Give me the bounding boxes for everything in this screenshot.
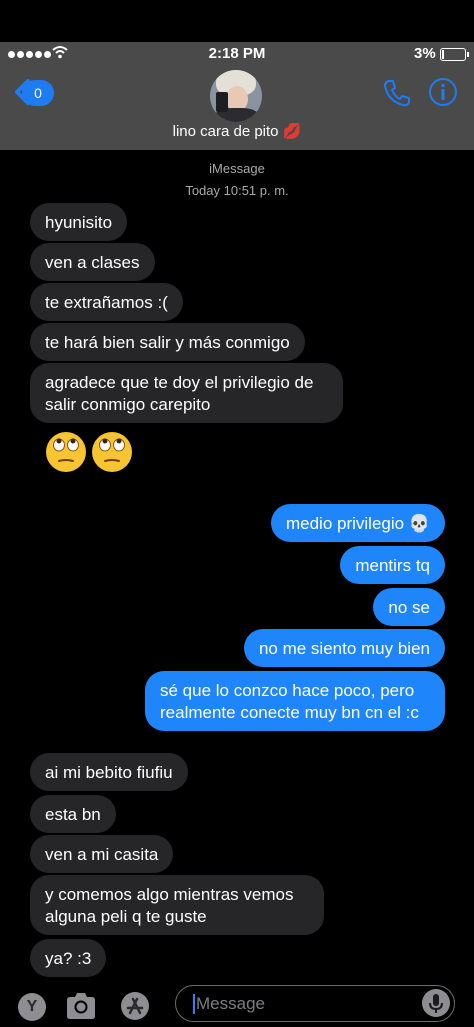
message-composer: Y Message — [0, 977, 474, 1027]
contact-avatar[interactable] — [210, 70, 262, 122]
message-bubble-outgoing[interactable]: medio privilegio 💀 — [270, 504, 445, 542]
app-store-icon[interactable] — [118, 991, 152, 1021]
service-label: iMessage — [209, 161, 265, 176]
status-bar: 2:18 PM 3% — [0, 42, 474, 64]
message-bubble-outgoing[interactable]: mentirs tq — [340, 546, 445, 584]
message-bubble-incoming[interactable]: ven a clases — [30, 243, 155, 281]
message-bubble-incoming[interactable]: ven a mi casita — [30, 835, 174, 873]
camera-icon[interactable] — [64, 991, 98, 1021]
app-drawer-button[interactable]: Y — [18, 993, 46, 1021]
conversation-header: 2:18 PM 3% 0 lino cara de pito 💋 — [0, 42, 474, 150]
text-cursor — [193, 994, 195, 1014]
message-bubble-incoming[interactable]: esta bn — [30, 795, 116, 833]
message-bubble-outgoing[interactable]: no se — [373, 588, 445, 626]
message-bubble-incoming[interactable]: hyunisito — [30, 203, 128, 241]
message-bubble-incoming[interactable]: ya? :3 — [30, 939, 107, 977]
battery-percent: 3% — [414, 45, 436, 62]
unread-count-badge[interactable]: 0 — [22, 80, 54, 106]
microphone-icon — [429, 994, 443, 1013]
message-bubble-outgoing[interactable]: no me siento muy bien — [243, 629, 445, 667]
battery-icon — [440, 48, 469, 61]
emoji-message[interactable] — [44, 430, 136, 479]
message-bubble-incoming[interactable]: agradece que te doy el privilegio de sal… — [30, 363, 343, 423]
message-bubble-incoming[interactable]: ai mi bebito fiufiu — [30, 753, 188, 791]
message-bubble-incoming[interactable]: te hará bien salir y más conmigo — [30, 323, 305, 361]
message-bubble-outgoing[interactable]: sé que lo conzco hace poco, pero realmen… — [145, 671, 445, 731]
microphone-button[interactable] — [422, 989, 450, 1017]
contact-name[interactable]: lino cara de pito 💋 — [0, 122, 474, 140]
eye-roll-emoji-icon — [46, 432, 132, 472]
message-timestamp: Today 10:51 p. m. — [185, 183, 289, 198]
phone-icon[interactable] — [382, 78, 412, 108]
message-input[interactable]: Message — [175, 985, 455, 1022]
status-time: 2:18 PM — [208, 45, 266, 62]
message-bubble-incoming[interactable]: y comemos algo mientras vemos alguna pel… — [30, 875, 324, 935]
message-input-placeholder: Message — [196, 994, 265, 1013]
info-icon[interactable] — [428, 77, 458, 107]
message-bubble-incoming[interactable]: te extrañamos :( — [30, 283, 183, 321]
